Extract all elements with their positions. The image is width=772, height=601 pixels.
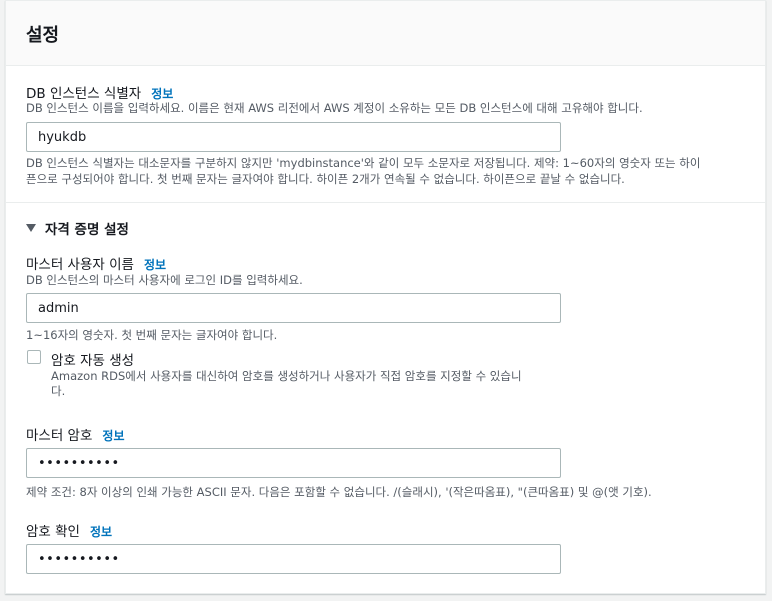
- auto-password-description-1: Amazon RDS에서 사용자를 대신하여 암호를 생성하거나 사용자가 직접…: [51, 369, 522, 383]
- caret-down-icon: [26, 224, 36, 232]
- instance-id-label-row: DB 인스턴스 식별자 정보: [26, 82, 173, 102]
- master-password-input[interactable]: [26, 448, 561, 478]
- credentials-section-label: 자격 증명 설정: [45, 222, 129, 238]
- credentials-section-toggle[interactable]: 자격 증명 설정: [26, 218, 129, 238]
- panel-title: 설정: [26, 25, 60, 46]
- auto-password-label: 암호 자동 생성: [51, 353, 135, 369]
- master-user-input[interactable]: [26, 293, 561, 323]
- confirm-password-input[interactable]: [26, 544, 561, 574]
- master-user-description: DB 인스턴스의 마스터 사용자에 로그인 ID를 입력하세요.: [26, 273, 303, 287]
- auto-password-description-2: 다.: [51, 384, 66, 398]
- master-password-constraint: 제약 조건: 8자 이상의 인쇄 가능한 ASCII 문자. 다음은 포함할 수…: [26, 485, 652, 499]
- master-password-label: 마스터 암호: [26, 428, 93, 444]
- panel-header: 설정: [6, 1, 765, 66]
- master-password-info-link[interactable]: 정보: [102, 429, 124, 443]
- section-divider: [6, 202, 765, 203]
- master-user-constraint: 1~16자의 영숫자. 첫 번째 문자는 글자여야 합니다.: [26, 328, 278, 342]
- master-user-label-row: 마스터 사용자 이름 정보: [26, 253, 166, 273]
- master-user-info-link[interactable]: 정보: [144, 258, 166, 272]
- master-user-label: 마스터 사용자 이름: [26, 257, 134, 273]
- instance-id-label: DB 인스턴스 식별자: [26, 86, 142, 102]
- instance-id-info-link[interactable]: 정보: [151, 87, 173, 101]
- confirm-password-label-row: 암호 확인 정보: [26, 520, 112, 540]
- confirm-password-info-link[interactable]: 정보: [90, 525, 112, 539]
- auto-password-checkbox[interactable]: [27, 350, 41, 364]
- master-password-label-row: 마스터 암호 정보: [26, 424, 125, 444]
- confirm-password-label: 암호 확인: [26, 524, 80, 540]
- settings-panel: 설정 DB 인스턴스 식별자 정보 DB 인스턴스 이름을 입력하세요. 이름은 …: [5, 0, 766, 594]
- instance-id-input[interactable]: [26, 122, 561, 152]
- instance-id-description: DB 인스턴스 이름을 입력하세요. 이름은 현재 AWS 리전에서 AWS 계…: [26, 101, 643, 115]
- instance-id-constraint-1: DB 인스턴스 식별자는 대소문자를 구분하지 않지만 'mydbinstanc…: [26, 156, 701, 170]
- instance-id-constraint-2: 픈으로 구성되어야 합니다. 첫 번째 문자는 글자여야 합니다. 하이픈 2개…: [26, 172, 625, 186]
